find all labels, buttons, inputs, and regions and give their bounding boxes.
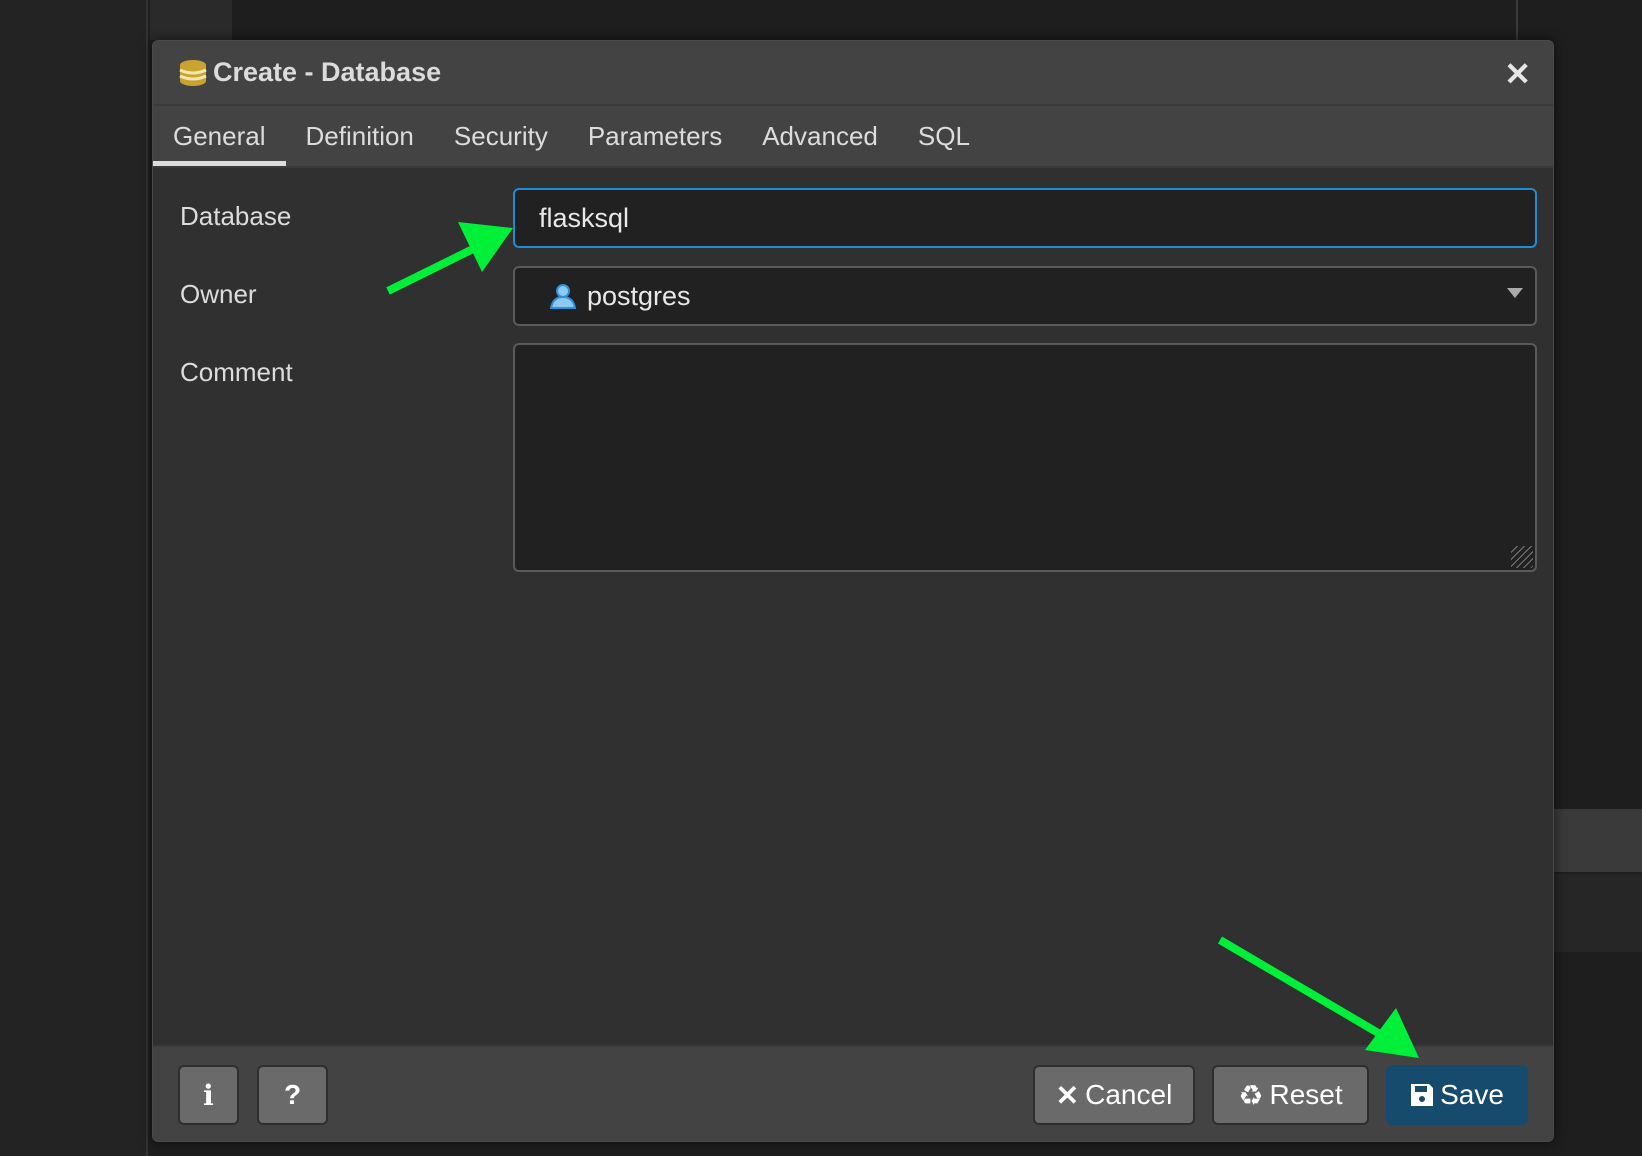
tab-parameters[interactable]: Parameters <box>568 106 742 166</box>
database-input[interactable]: flasksql <box>513 188 1537 248</box>
tab-definition[interactable]: Definition <box>286 106 434 166</box>
owner-value: postgres <box>587 280 691 311</box>
background-divider <box>1516 0 1518 40</box>
recycle-icon: ♻ <box>1238 1079 1264 1111</box>
close-icon: ✕ <box>1055 1079 1080 1111</box>
cancel-label: Cancel <box>1085 1079 1173 1110</box>
info-button[interactable]: i <box>178 1065 239 1125</box>
comment-textarea[interactable] <box>513 343 1537 572</box>
reset-label: Reset <box>1269 1079 1343 1110</box>
dialog-footer: i ? ✕ Cancel ♻ Reset Save <box>153 1045 1553 1141</box>
save-label: Save <box>1440 1079 1504 1110</box>
help-icon: ? <box>283 1079 302 1110</box>
floppy-disk-icon <box>1411 1084 1434 1106</box>
tab-advanced[interactable]: Advanced <box>742 106 898 166</box>
database-input-value: flasksql <box>539 202 630 233</box>
owner-select[interactable]: postgres <box>513 266 1537 326</box>
save-button[interactable]: Save <box>1386 1065 1528 1125</box>
database-label: Database <box>180 201 292 231</box>
tab-security[interactable]: Security <box>434 106 568 166</box>
tab-sql[interactable]: SQL <box>898 106 990 166</box>
dialog-titlebar[interactable]: Create - Database ✕ <box>153 41 1553 106</box>
comment-label: Comment <box>180 357 293 387</box>
background-row <box>1554 874 1642 952</box>
tab-bar: General Definition Security Parameters A… <box>153 106 1553 168</box>
tab-general[interactable]: General <box>153 106 286 166</box>
close-icon[interactable]: ✕ <box>1504 55 1531 93</box>
dialog-title: Create - Database <box>213 57 442 87</box>
create-database-dialog: Create - Database ✕ General Definition S… <box>152 40 1554 1142</box>
chevron-down-icon[interactable] <box>1507 288 1523 298</box>
info-icon: i <box>203 1078 214 1112</box>
resize-handle-icon[interactable] <box>1511 546 1533 568</box>
user-icon <box>549 284 577 309</box>
cancel-button[interactable]: ✕ Cancel <box>1033 1065 1195 1125</box>
database-icon <box>179 59 207 86</box>
reset-button[interactable]: ♻ Reset <box>1212 1065 1369 1125</box>
owner-label: Owner <box>180 279 257 309</box>
background-sidebar <box>0 0 148 1156</box>
background-panel <box>150 0 232 40</box>
background-row <box>1554 809 1642 872</box>
help-button[interactable]: ? <box>257 1065 328 1125</box>
